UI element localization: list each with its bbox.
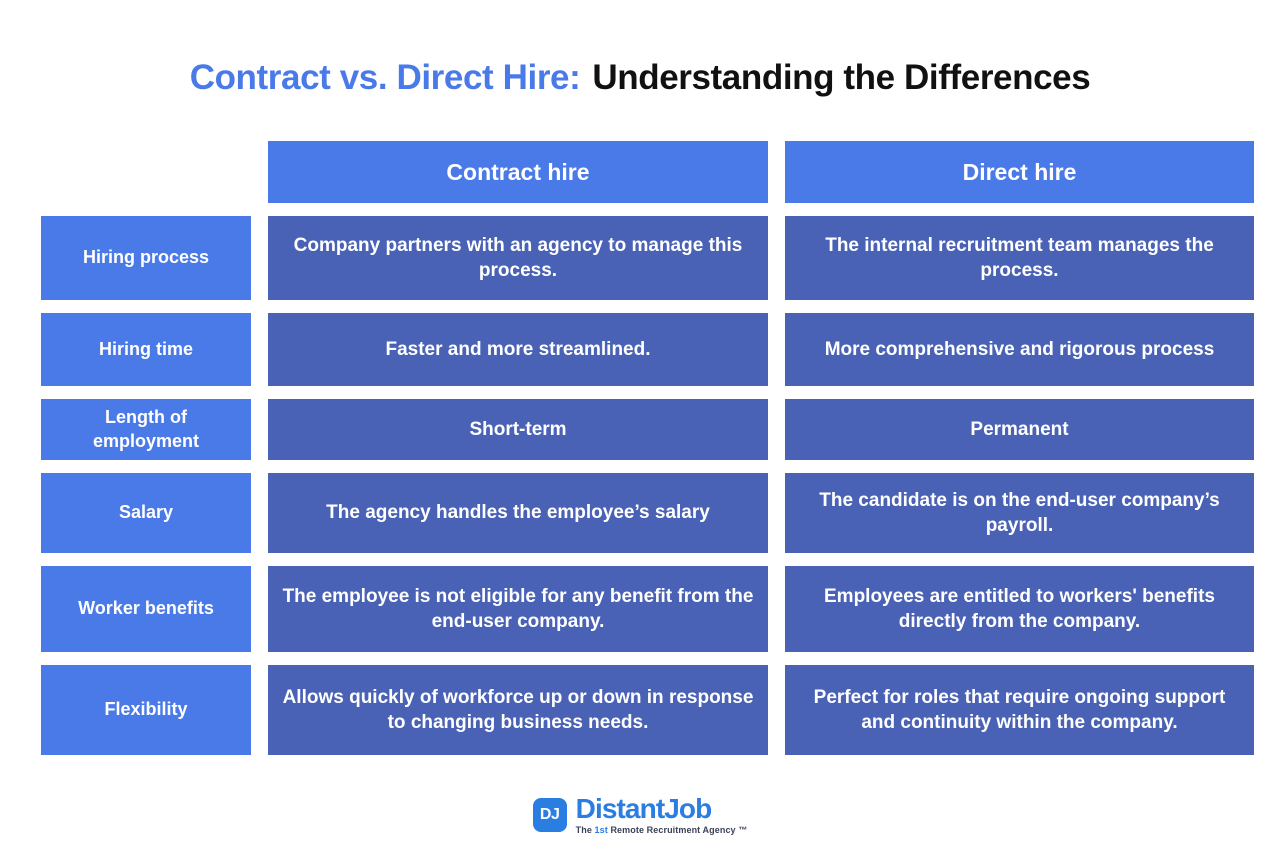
table-header-row: Contract hire Direct hire [41, 141, 1254, 203]
cell-contract-worker-benefits: The employee is not eligible for any ben… [268, 566, 768, 652]
cell-direct-salary: The candidate is on the end-user company… [785, 473, 1254, 553]
brand-tagline-suffix: Remote Recruitment Agency ™ [607, 825, 748, 835]
infographic-page: Contract vs. Direct Hire: Understanding t… [0, 0, 1280, 860]
row-label-worker-benefits: Worker benefits [41, 566, 251, 652]
cell-contract-flexibility: Allows quickly of workforce up or down i… [268, 665, 768, 755]
table-row: Salary The agency handles the employee’s… [41, 473, 1254, 553]
comparison-table: Contract hire Direct hire Hiring process… [41, 141, 1254, 768]
row-label-salary: Salary [41, 473, 251, 553]
table-row: Hiring process Company partners with an … [41, 216, 1254, 300]
cell-contract-hiring-process: Company partners with an agency to manag… [268, 216, 768, 300]
cell-direct-flexibility: Perfect for roles that require ongoing s… [785, 665, 1254, 755]
brand-tagline-highlight: 1st [594, 825, 608, 835]
row-label-flexibility: Flexibility [41, 665, 251, 755]
table-row: Hiring time Faster and more streamlined.… [41, 313, 1254, 386]
column-header-contract-hire: Contract hire [268, 141, 768, 203]
page-title-rest: Understanding the Differences [592, 58, 1091, 97]
table-row: Flexibility Allows quickly of workforce … [41, 665, 1254, 755]
page-title: Contract vs. Direct Hire: Understanding t… [0, 58, 1280, 98]
column-header-direct-hire: Direct hire [785, 141, 1254, 203]
brand-tagline: The 1st Remote Recruitment Agency ™ [576, 826, 748, 835]
cell-contract-hiring-time: Faster and more streamlined. [268, 313, 768, 386]
brand-tagline-prefix: The [575, 825, 595, 835]
distantjob-monogram-icon: DJ [532, 798, 567, 832]
table-row: Worker benefits The employee is not elig… [41, 566, 1254, 652]
cell-direct-hiring-process: The internal recruitment team manages th… [785, 216, 1254, 300]
brand-logo: DJ DistantJob The 1st Remote Recruitment… [0, 795, 1280, 835]
brand-name: DistantJob [575, 793, 713, 824]
cell-contract-length-of-employment: Short-term [268, 399, 768, 460]
page-title-highlight: Contract vs. Direct Hire: [189, 58, 581, 97]
cell-direct-length-of-employment: Permanent [785, 399, 1254, 460]
row-label-hiring-time: Hiring time [41, 313, 251, 386]
cell-direct-worker-benefits: Employees are entitled to workers' benef… [785, 566, 1254, 652]
row-label-hiring-process: Hiring process [41, 216, 251, 300]
brand-logo-text: DistantJob The 1st Remote Recruitment Ag… [576, 795, 748, 835]
table-row: Length of employment Short-term Permanen… [41, 399, 1254, 460]
cell-direct-hiring-time: More comprehensive and rigorous process [785, 313, 1254, 386]
row-label-length-of-employment: Length of employment [41, 399, 251, 460]
cell-contract-salary: The agency handles the employee’s salary [268, 473, 768, 553]
table-corner-cell [41, 141, 251, 203]
